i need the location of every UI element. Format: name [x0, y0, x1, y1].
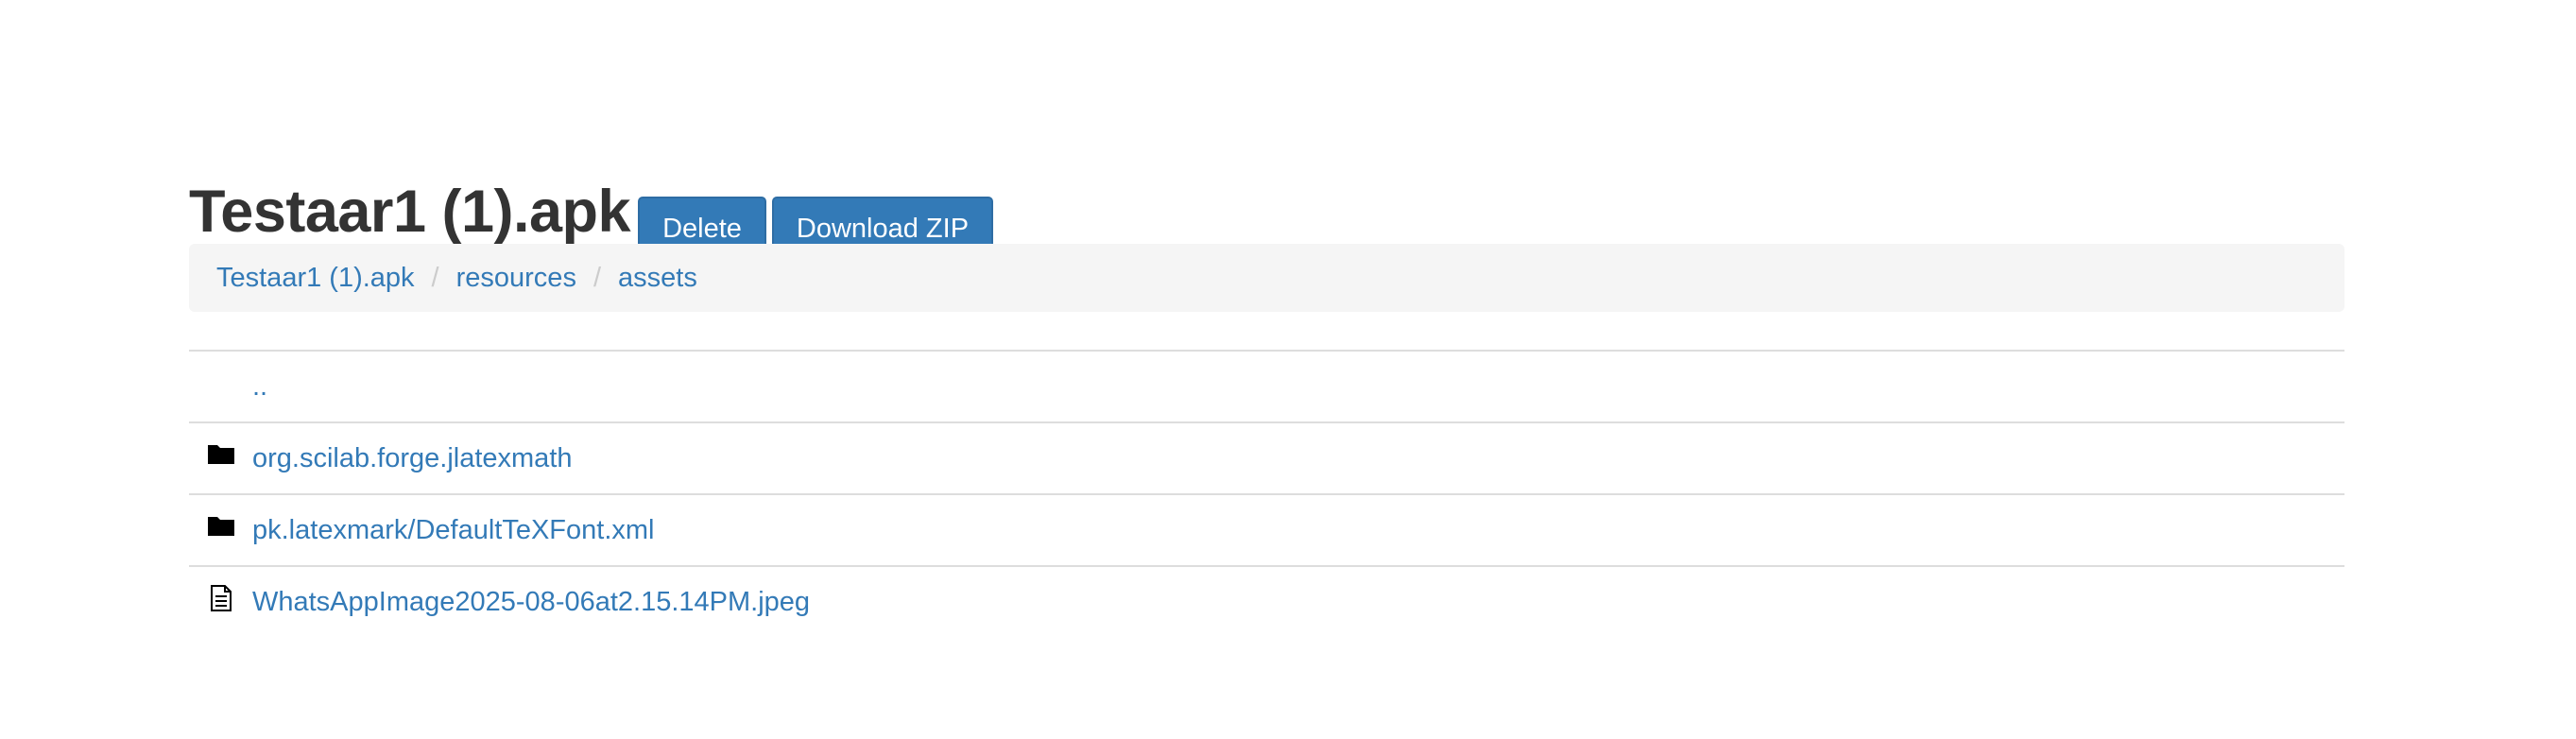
list-item[interactable]: WhatsAppImage2025-08-06at2.15.14PM.jpeg — [189, 567, 2344, 637]
file-link[interactable]: org.scilab.forge.jlatexmath — [252, 443, 573, 474]
folder-icon — [207, 440, 235, 469]
parent-directory-link[interactable]: .. — [252, 371, 267, 403]
list-item-parent[interactable]: .. — [189, 352, 2344, 423]
file-link[interactable]: WhatsAppImage2025-08-06at2.15.14PM.jpeg — [252, 587, 810, 618]
page-container: Testaar1 (1).apk Delete Download ZIP Tes… — [189, 161, 2344, 617]
breadcrumb-separator: / — [431, 262, 439, 293]
breadcrumb-item-resources[interactable]: resources — [456, 263, 576, 294]
breadcrumb-separator: / — [592, 262, 601, 293]
title-row: Testaar1 (1).apk Delete Download ZIP — [189, 161, 2344, 261]
list-item[interactable]: org.scilab.forge.jlatexmath — [189, 423, 2344, 495]
breadcrumb-item-assets[interactable]: assets — [618, 263, 697, 294]
page-title: Testaar1 (1).apk — [189, 179, 631, 245]
folder-icon — [207, 512, 235, 541]
file-list: .. org.scilab.forge.jlatexmath pk.latexm… — [189, 350, 2344, 637]
breadcrumb-item-apk[interactable]: Testaar1 (1).apk — [216, 263, 415, 294]
breadcrumb: Testaar1 (1).apk / resources / assets — [189, 244, 2344, 312]
list-item[interactable]: pk.latexmark/DefaultTeXFont.xml — [189, 495, 2344, 567]
file-link[interactable]: pk.latexmark/DefaultTeXFont.xml — [252, 515, 654, 546]
file-icon — [207, 584, 235, 612]
